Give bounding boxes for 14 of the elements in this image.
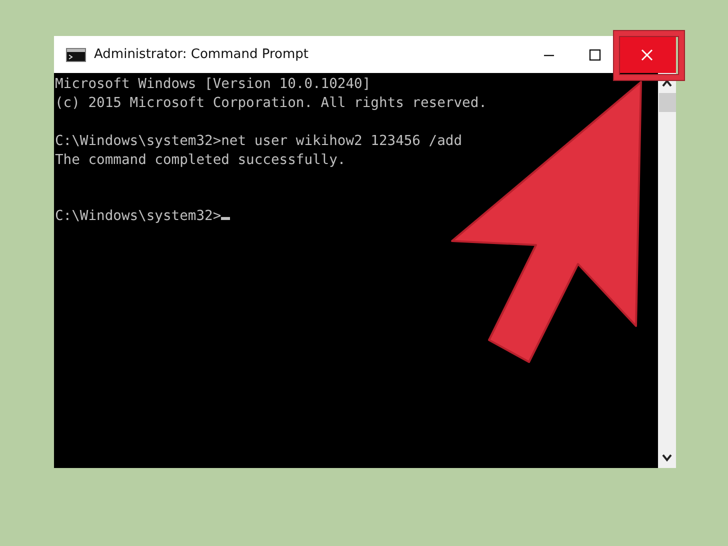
scrollbar[interactable] bbox=[658, 73, 676, 468]
console-icon bbox=[66, 48, 86, 62]
close-icon bbox=[640, 48, 654, 62]
close-button[interactable] bbox=[618, 36, 676, 73]
scroll-up-icon[interactable] bbox=[661, 79, 673, 87]
scroll-down-icon[interactable] bbox=[661, 454, 673, 462]
command-prompt: C:\Windows\system32> bbox=[55, 208, 222, 224]
window-title: Administrator: Command Prompt bbox=[94, 47, 310, 62]
console-line: (c) 2015 Microsoft Corporation. All rights reserved. bbox=[55, 94, 487, 111]
maximize-icon bbox=[589, 48, 601, 60]
scroll-thumb[interactable] bbox=[658, 93, 676, 112]
console-line: C:\Windows\system32>net user wikihow2 123456 /add bbox=[55, 132, 462, 149]
console-line: Microsoft Windows [Version 10.0.10240] bbox=[55, 76, 371, 92]
console-line: The command completed successfully. bbox=[55, 152, 346, 168]
